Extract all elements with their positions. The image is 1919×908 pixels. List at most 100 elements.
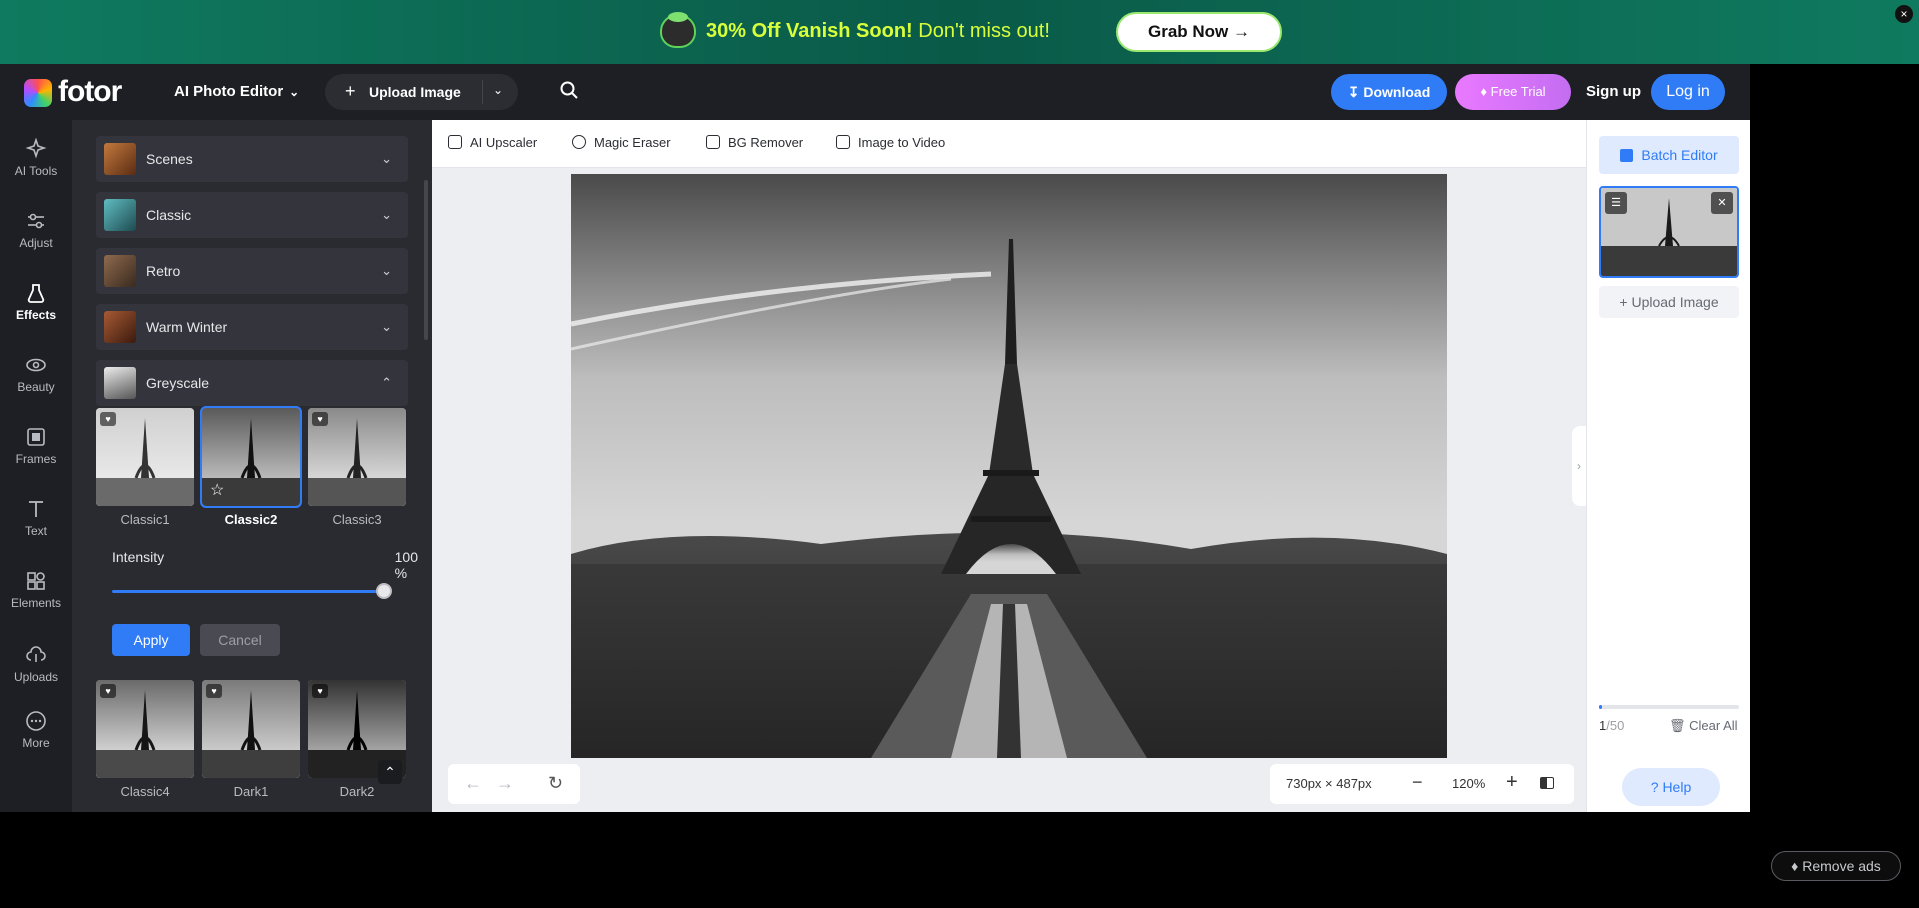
category-label: Classic [146, 207, 192, 223]
rail-item-beauty[interactable]: Beauty [0, 346, 72, 406]
redo-arrow-right-icon[interactable]: → [496, 773, 514, 794]
cauldron-icon [660, 12, 696, 48]
more-icon [26, 711, 46, 731]
rail-item-ai-tools[interactable]: AI Tools [0, 130, 72, 190]
scroll-to-top-chevron-up-icon[interactable]: ⌃ [378, 760, 402, 784]
fotor-logo-icon[interactable] [24, 79, 52, 107]
category-label: Retro [146, 263, 181, 279]
rail-item-frames[interactable]: Frames [0, 418, 72, 478]
count-total: /50 [1606, 718, 1625, 733]
fotor-logo-text[interactable]: fotor [58, 75, 122, 109]
batch-editor-button[interactable]: Batch Editor [1599, 136, 1739, 174]
filter-tile-classic3[interactable]: ♥ [308, 408, 406, 506]
intensity-slider-handle[interactable] [376, 583, 392, 599]
rail-item-adjust[interactable]: Adjust [0, 202, 72, 262]
upload-image-secondary-button[interactable]: + Upload Image [1599, 286, 1739, 318]
frames-icon [27, 428, 45, 446]
question-icon: ? [1650, 779, 1663, 795]
rail-label: Uploads [13, 670, 59, 684]
favorite-star-icon[interactable]: ☆ [210, 480, 224, 500]
grab-now-button[interactable]: Grab Now → [1116, 12, 1282, 52]
layers-icon[interactable]: ☰ [1605, 192, 1627, 214]
category-thumb [104, 255, 136, 287]
category-scenes[interactable]: Scenes ⌄ [96, 136, 408, 182]
apply-button[interactable]: Apply [112, 624, 190, 656]
chevron-down-icon: ⌄ [381, 151, 392, 166]
rail-item-elements[interactable]: Elements [0, 562, 72, 622]
category-retro[interactable]: Retro ⌄ [96, 248, 408, 294]
effects-icon [27, 284, 45, 303]
batch-editor-label: Batch Editor [1641, 147, 1718, 163]
category-label: Greyscale [146, 375, 210, 391]
rail-item-more[interactable]: More [0, 702, 72, 762]
effects-panel: Scenes ⌄ Classic ⌄ Retro ⌄ Warm Winter ⌄… [72, 120, 432, 812]
upload-dropdown-chevron-icon[interactable]: ⌄ [493, 83, 503, 97]
plus-icon: + [345, 81, 356, 101]
tool-label: AI Upscaler [470, 135, 538, 150]
tool-bg-remover[interactable]: BG Remover [706, 135, 803, 150]
remove-ads-button[interactable]: ♦ Remove ads [1771, 851, 1901, 881]
chevron-down-icon: ⌄ [289, 85, 300, 99]
cancel-button[interactable]: Cancel [200, 624, 280, 656]
tool-label: BG Remover [728, 135, 804, 150]
filter-tile-classic1[interactable]: ♥ [96, 408, 194, 506]
promo-banner: 30% Off Vanish Soon! Don't miss out! Gra… [0, 0, 1919, 64]
rail-label: Frames [15, 452, 57, 466]
search-icon[interactable] [560, 81, 578, 99]
help-button[interactable]: ? Help [1622, 768, 1720, 806]
rail-label: AI Tools [14, 164, 58, 178]
adjust-icon [28, 213, 44, 229]
editor-canvas: AI Upscaler Magic Eraser BG Remover Imag… [432, 120, 1586, 812]
category-thumb [104, 311, 136, 343]
intensity-slider-track[interactable] [112, 590, 384, 593]
tool-rail: AI Tools Adjust Effects Beauty Frames Te… [0, 120, 72, 812]
upload-image-button[interactable]: Upload Image [369, 84, 461, 100]
close-promo-icon[interactable]: × [1895, 5, 1913, 23]
trash-icon[interactable]: ✕ [1711, 192, 1733, 214]
zoom-in-plus-icon[interactable]: + [1506, 771, 1518, 794]
undo-arrow-left-icon[interactable]: ← [464, 773, 482, 794]
image-dimensions: 730px × 487px [1286, 776, 1372, 791]
zoom-level[interactable]: 120% [1452, 776, 1485, 791]
panel-scrollbar[interactable] [424, 180, 428, 340]
app-header: fotor AI Photo Editor ⌄ + Upload Image ⌄ … [0, 64, 1750, 120]
beauty-icon [26, 358, 46, 372]
category-warm-winter[interactable]: Warm Winter ⌄ [96, 304, 408, 350]
rail-item-effects[interactable]: Effects [0, 274, 72, 334]
tool-ai-upscaler[interactable]: AI Upscaler [448, 135, 537, 150]
free-trial-button[interactable]: ♦ Free Trial [1455, 74, 1571, 110]
help-label: Help [1662, 779, 1692, 795]
edited-photo[interactable] [571, 174, 1447, 758]
category-thumb [104, 367, 136, 399]
expand-right-chevron-icon[interactable]: › [1572, 426, 1586, 506]
tool-image-to-video[interactable]: Image to Video [836, 135, 945, 150]
history-clock-icon[interactable]: ↻ [548, 773, 563, 794]
promo-title: 30% Off Vanish Soon! Don't miss out! [706, 20, 1050, 43]
rail-item-uploads[interactable]: Uploads [0, 636, 72, 696]
download-button[interactable]: ↧ Download [1331, 74, 1447, 110]
log-in-button[interactable]: Log in [1651, 74, 1725, 110]
zoom-controls: 730px × 487px − 120% + [1270, 764, 1574, 804]
filter-tile-classic4[interactable]: ♥ [96, 680, 194, 778]
rail-item-text[interactable]: Text [0, 490, 72, 550]
image-thumbnail[interactable]: ☰ ✕ [1599, 186, 1739, 278]
rail-label: More [22, 736, 50, 750]
filter-tile-dark1[interactable]: ♥ [202, 680, 300, 778]
category-greyscale[interactable]: Greyscale ⌃ [96, 360, 408, 406]
zoom-out-minus-icon[interactable]: − [1412, 772, 1423, 793]
tool-magic-eraser[interactable]: Magic Eraser [572, 135, 671, 150]
premium-heart-icon: ♥ [206, 684, 222, 698]
filter-label: Classic1 [120, 512, 170, 527]
clear-all-button[interactable]: 🗑 Clear All [1669, 718, 1738, 734]
ai-photo-editor-dropdown[interactable]: AI Photo Editor ⌄ [174, 83, 299, 100]
category-classic[interactable]: Classic ⌄ [96, 192, 408, 238]
tool-label: Image to Video [858, 135, 946, 150]
premium-heart-icon: ♥ [312, 684, 328, 698]
chevron-down-icon: ⌄ [381, 207, 392, 222]
upload-progress-bar [1599, 705, 1739, 709]
compare-icon[interactable] [1540, 777, 1554, 789]
sign-up-link[interactable]: Sign up [1586, 83, 1641, 100]
ai-upscaler-icon [448, 135, 462, 149]
intensity-label: Intensity [112, 549, 165, 565]
filter-tile-classic2[interactable]: ☆ [200, 406, 302, 508]
